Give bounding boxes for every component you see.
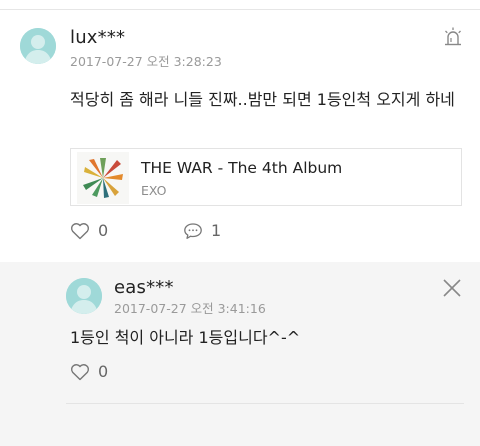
- reply-button[interactable]: 1: [183, 221, 221, 240]
- comment-timestamp: 2017-07-27 오전 3:28:23: [70, 54, 222, 69]
- comment-username[interactable]: lux***: [70, 27, 125, 48]
- close-x-icon: [443, 279, 461, 297]
- user-avatar-icon: [66, 278, 102, 314]
- reply-like-button[interactable]: 0: [70, 362, 108, 381]
- reply-count: 1: [211, 221, 222, 240]
- reply-like-count: 0: [98, 362, 109, 381]
- siren-report-icon: [445, 27, 461, 46]
- comment-text: 적당히 좀 해라 니들 진짜..밤만 되면 1등인척 오지게 하네: [70, 90, 455, 109]
- avatar[interactable]: [20, 28, 56, 64]
- album-cover-icon: [77, 152, 129, 204]
- report-button[interactable]: [442, 26, 464, 48]
- reply-timestamp: 2017-07-27 오전 3:41:16: [114, 301, 266, 316]
- speech-bubble-icon: [184, 222, 202, 239]
- reply-avatar[interactable]: [66, 278, 102, 314]
- like-count: 0: [98, 221, 109, 240]
- reply-divider: [66, 403, 464, 404]
- album-artist: EXO: [141, 183, 167, 198]
- album-card[interactable]: THE WAR - The 4th Album EXO: [70, 148, 462, 206]
- heart-outline-icon: [70, 363, 90, 380]
- album-cover: [77, 152, 129, 204]
- user-avatar-icon: [20, 28, 56, 64]
- reply-username[interactable]: eas***: [114, 277, 174, 298]
- close-button[interactable]: [441, 277, 463, 299]
- reply-text: 1등인 척이 아니라 1등입니다^-^: [70, 328, 301, 347]
- album-title: THE WAR - The 4th Album: [141, 159, 343, 177]
- like-button[interactable]: 0: [70, 221, 108, 240]
- heart-outline-icon: [70, 222, 90, 239]
